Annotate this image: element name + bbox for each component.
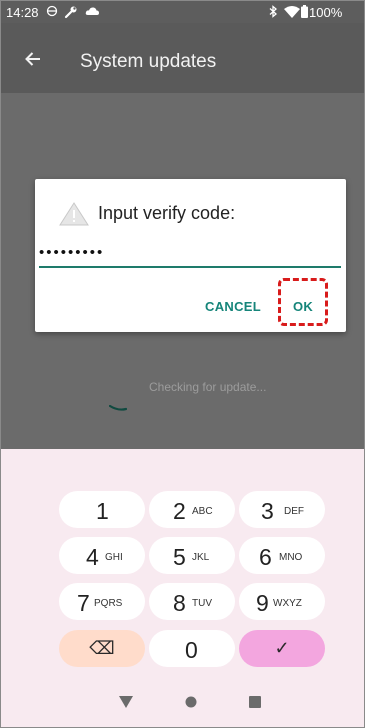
cancel-button[interactable]: CANCEL	[205, 299, 261, 314]
key-letters: GHI	[105, 552, 123, 563]
key-digit: 6	[259, 544, 272, 570]
key-8[interactable]: 8 TUV	[149, 583, 235, 620]
key-0[interactable]: 0	[149, 630, 235, 667]
status-bar: 14:28 100%	[1, 1, 364, 23]
key-digit: 2	[173, 498, 186, 524]
key-letters: ABC	[192, 506, 213, 517]
done-key[interactable]: ✓	[239, 630, 325, 667]
key-digit: 0	[185, 637, 198, 663]
data-saver-icon	[46, 5, 58, 20]
key-letters: PQRS	[94, 598, 123, 609]
verify-code-dialog: Input verify code: CANCEL OK	[35, 179, 346, 332]
backspace-icon: ⌫	[89, 638, 115, 658]
cloud-icon	[85, 5, 100, 20]
wifi-icon	[284, 5, 300, 21]
home-circle-icon[interactable]	[185, 695, 197, 713]
warning-icon	[59, 202, 89, 226]
key-3[interactable]: 3 DEF	[239, 491, 325, 528]
key-letters: DEF	[284, 506, 304, 517]
status-time: 14:28	[6, 5, 39, 20]
phone-screen: 14:28 100% System updates Checking for u…	[0, 0, 365, 728]
key-digit: 7	[77, 590, 90, 616]
back-triangle-icon[interactable]	[119, 695, 133, 713]
key-1[interactable]: 1	[59, 491, 145, 528]
bluetooth-icon	[269, 5, 278, 21]
numeric-keyboard: 1 2 ABC 3 DEF 4 GHI 5 JKL 6 MNO 7 PQRS 8…	[1, 449, 364, 727]
checking-status-text: Checking for update...	[149, 380, 267, 394]
app-bar: System updates	[1, 23, 364, 93]
arrow-back-icon[interactable]	[23, 49, 43, 69]
key-digit: 3	[261, 498, 274, 524]
recents-square-icon[interactable]	[249, 695, 261, 713]
battery-percent: 100%	[309, 5, 343, 20]
dialog-title: Input verify code:	[98, 203, 236, 223]
progress-spinner-icon	[108, 398, 128, 411]
key-6[interactable]: 6 MNO	[239, 537, 325, 574]
key-digit: 5	[173, 544, 186, 570]
key-letters: TUV	[192, 598, 212, 609]
key-7[interactable]: 7 PQRS	[59, 583, 145, 620]
verify-code-input[interactable]	[39, 240, 341, 268]
key-5[interactable]: 5 JKL	[149, 537, 235, 574]
wrench-icon	[64, 5, 78, 22]
key-digit: 4	[86, 544, 99, 570]
delete-key[interactable]: ⌫	[59, 630, 145, 667]
key-digit: 9	[256, 590, 269, 616]
key-2[interactable]: 2 ABC	[149, 491, 235, 528]
ok-highlight-annotation	[278, 278, 328, 326]
key-9[interactable]: 9 WXYZ	[239, 583, 325, 620]
key-letters: WXYZ	[273, 598, 302, 609]
key-letters: MNO	[279, 552, 303, 563]
key-4[interactable]: 4 GHI	[59, 537, 145, 574]
key-letters: JKL	[192, 552, 210, 563]
checkmark-icon: ✓	[274, 638, 290, 658]
battery-icon	[301, 5, 308, 21]
page-title: System updates	[80, 51, 217, 72]
key-digit: 1	[96, 498, 109, 524]
key-digit: 8	[173, 590, 186, 616]
